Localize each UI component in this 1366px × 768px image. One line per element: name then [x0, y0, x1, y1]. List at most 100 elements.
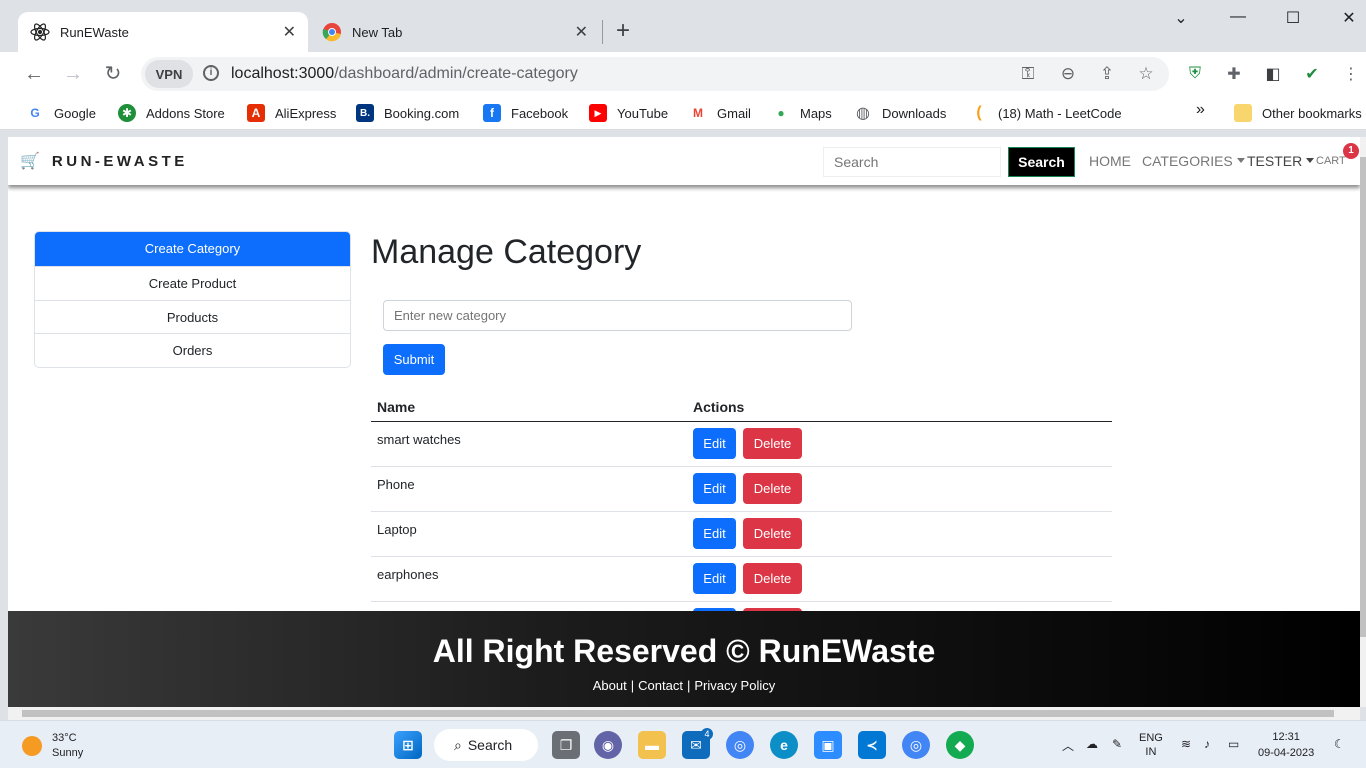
sidebar-item-create-category[interactable]: Create Category: [35, 232, 350, 266]
category-name: smart watches: [371, 421, 687, 467]
edit-button[interactable]: Edit: [693, 563, 736, 594]
delete-button[interactable]: Delete: [743, 428, 802, 459]
task-view-icon[interactable]: ❐: [552, 731, 580, 759]
file-explorer-icon[interactable]: ▬: [638, 731, 666, 759]
edge-icon[interactable]: e: [770, 731, 798, 759]
forward-arrow-icon[interactable]: →: [60, 62, 86, 86]
nav-cart-link[interactable]: CART: [1316, 155, 1346, 167]
site-info-icon[interactable]: i: [203, 65, 219, 81]
bookmark-star-icon[interactable]: ☆: [1135, 64, 1157, 84]
tab-runewaste[interactable]: RunEWaste ✕: [18, 12, 308, 52]
chat-icon[interactable]: ◉: [594, 731, 622, 759]
nav-user-dropdown[interactable]: TESTER: [1247, 153, 1315, 169]
tray-overflow-chevron-icon[interactable]: ︿: [1062, 737, 1074, 754]
kebab-menu-icon[interactable]: ⋮: [1340, 63, 1362, 85]
vpn-badge[interactable]: VPN: [145, 60, 193, 88]
edit-button[interactable]: Edit: [693, 473, 736, 504]
bookmark-google[interactable]: G Google: [26, 104, 96, 122]
extensions-puzzle-icon[interactable]: ✚: [1223, 63, 1245, 85]
new-tab-plus-icon[interactable]: +: [616, 18, 630, 44]
zoom-icon[interactable]: ▣: [814, 731, 842, 759]
address-bar[interactable]: VPN i localhost:3000/dashboard/admin/cre…: [141, 57, 1169, 91]
side-panel-icon[interactable]: ◧: [1262, 63, 1284, 85]
site-search-button[interactable]: Search: [1008, 147, 1075, 177]
bookmark-maps[interactable]: ● Maps: [772, 104, 831, 122]
bookmark-youtube[interactable]: ▶ YouTube: [589, 104, 668, 122]
delete-button[interactable]: Delete: [743, 563, 802, 594]
bookmark-aliexpress[interactable]: A AliExpress: [247, 104, 336, 122]
bookmark-addons-store[interactable]: ✱ Addons Store: [118, 104, 225, 122]
sidebar-item-create-product[interactable]: Create Product: [35, 266, 350, 300]
back-arrow-icon[interactable]: ←: [21, 62, 47, 86]
delete-button[interactable]: Delete: [743, 473, 802, 504]
tab-new-tab[interactable]: New Tab ✕: [310, 12, 600, 52]
scrollbar-thumb[interactable]: [22, 710, 1334, 717]
url-text[interactable]: localhost:3000/dashboard/admin/create-ca…: [231, 65, 578, 83]
delete-button[interactable]: Delete: [743, 518, 802, 549]
table-header-row: Name Actions: [371, 391, 1112, 422]
bookmark-downloads[interactable]: ◍ Downloads: [854, 104, 946, 122]
site-navbar: 🛒 RUN-EWASTE Search HOME CATEGORIES TEST…: [8, 137, 1360, 185]
sidebar-item-orders[interactable]: Orders: [35, 333, 350, 367]
windows-start-icon[interactable]: ⊞: [394, 731, 422, 759]
chrome-profile-icon[interactable]: ◎: [902, 731, 930, 759]
maximize-icon[interactable]: ☐: [1281, 8, 1305, 28]
horizontal-scrollbar[interactable]: [8, 707, 1360, 720]
vpn-shield-extension-icon[interactable]: ⛨: [1184, 63, 1206, 85]
sun-icon: [22, 736, 42, 756]
security-check-icon[interactable]: ✔: [1301, 63, 1323, 85]
tab-title: New Tab: [352, 24, 403, 40]
tray-app-icon[interactable]: ☁: [1086, 737, 1098, 751]
vscode-icon[interactable]: ≺: [858, 731, 886, 759]
chrome-taskbar-icon[interactable]: ◎: [726, 731, 754, 759]
bookmarks-overflow-chevron-icon[interactable]: »: [1196, 101, 1205, 119]
bookmark-booking[interactable]: B. Booking.com: [356, 104, 459, 122]
language-indicator[interactable]: ENG IN: [1139, 731, 1163, 759]
edit-button[interactable]: Edit: [693, 518, 736, 549]
bookmark-leetcode[interactable]: ((18) Math - LeetCode: [970, 104, 1121, 122]
search-icon: ⌕: [454, 736, 462, 753]
system-clock[interactable]: 12:31 09-04-2023: [1258, 729, 1314, 761]
tab-search-chevron-icon[interactable]: ⌄: [1169, 8, 1193, 28]
vertical-scrollbar[interactable]: [1360, 137, 1366, 707]
bookmark-facebook[interactable]: f Facebook: [483, 104, 568, 122]
submit-button[interactable]: Submit: [383, 344, 445, 375]
site-brand[interactable]: 🛒 RUN-EWASTE: [20, 151, 188, 171]
youtube-icon: ▶: [589, 104, 607, 122]
row-actions: Edit Delete: [687, 421, 1112, 467]
sidebar-item-products[interactable]: Products: [35, 299, 350, 334]
row-actions: Edit Delete: [687, 466, 1112, 512]
volume-icon[interactable]: ♪: [1204, 737, 1210, 751]
taskbar-search[interactable]: ⌕ Search: [434, 729, 538, 761]
wifi-icon[interactable]: ≋: [1181, 737, 1191, 751]
footer-about-link[interactable]: About: [593, 678, 627, 693]
leetcode-icon: (: [976, 104, 982, 121]
site-search-input[interactable]: [823, 147, 1001, 177]
new-category-input[interactable]: [383, 300, 852, 331]
footer-contact-link[interactable]: Contact: [638, 678, 683, 693]
share-icon[interactable]: ⇪: [1096, 64, 1118, 84]
tray-pen-icon[interactable]: ✎: [1112, 737, 1122, 751]
battery-icon[interactable]: ▭: [1228, 737, 1239, 751]
weather-widget[interactable]: 33°C Sunny: [22, 731, 83, 761]
nav-categories-dropdown[interactable]: CATEGORIES: [1142, 153, 1245, 169]
column-header-name: Name: [371, 391, 687, 422]
scrollbar-thumb[interactable]: [1360, 157, 1366, 637]
close-tab-icon[interactable]: ✕: [283, 22, 296, 42]
edit-button[interactable]: Edit: [693, 428, 736, 459]
minimize-icon[interactable]: —: [1226, 8, 1250, 26]
tab-title: RunEWaste: [60, 24, 129, 40]
addons-store-icon: ✱: [118, 104, 136, 122]
zoom-out-icon[interactable]: ⊖: [1057, 64, 1079, 84]
nav-home-link[interactable]: HOME: [1089, 153, 1131, 169]
footer-privacy-link[interactable]: Privacy Policy: [694, 678, 775, 693]
admin-sidebar-menu: Create Category Create Product Products …: [34, 231, 351, 368]
bookmark-gmail[interactable]: M Gmail: [689, 104, 751, 122]
other-bookmarks-folder[interactable]: Other bookmarks: [1234, 104, 1362, 122]
reload-icon[interactable]: ↻: [100, 62, 126, 86]
close-tab-icon[interactable]: ✕: [575, 22, 588, 42]
key-icon[interactable]: ⚿: [1017, 64, 1039, 84]
close-window-icon[interactable]: ✕: [1337, 8, 1361, 28]
focus-moon-icon[interactable]: ☾: [1334, 737, 1345, 751]
mongodb-compass-icon[interactable]: ◆: [946, 731, 974, 759]
